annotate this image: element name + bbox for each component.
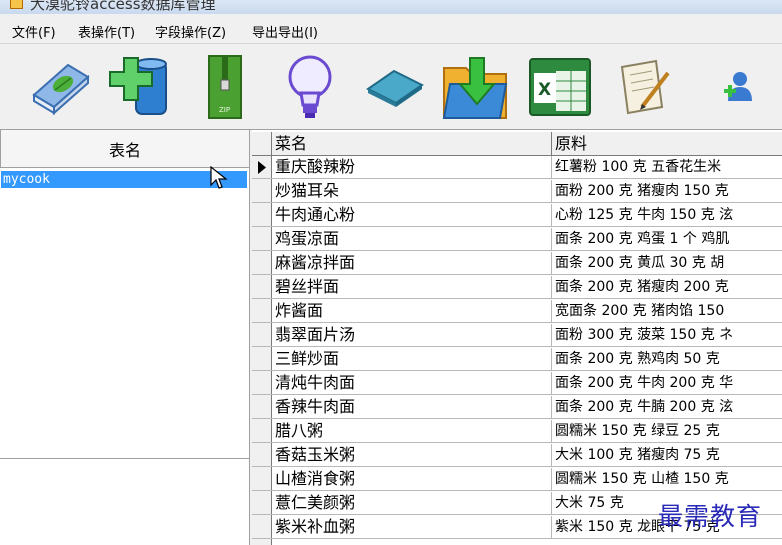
row-indicator[interactable] [252, 276, 272, 299]
svg-text:ZIP: ZIP [219, 106, 230, 114]
row-indicator-column [252, 156, 272, 545]
toolbar-open-button[interactable] [25, 52, 95, 122]
toolbar: ZIP X [0, 44, 782, 130]
cell-name[interactable]: 香辣牛肉面 [272, 396, 552, 419]
zip-archive-icon: ZIP [208, 55, 242, 119]
row-indicator[interactable] [252, 396, 272, 419]
cell-name[interactable]: 香菇玉米粥 [272, 444, 552, 467]
lightbulb-icon [288, 55, 332, 118]
cell-material[interactable]: 面条 200 克 熟鸡肉 50 克 [552, 348, 782, 371]
cell-material[interactable]: 面粉 200 克 猪瘦肉 150 克 [552, 180, 782, 203]
cell-name[interactable]: 三鲜炒面 [272, 348, 552, 371]
cell-material[interactable]: 面条 200 克 黄瓜 30 克 胡 [552, 252, 782, 275]
menu-file[interactable]: 文件(F) [12, 22, 56, 41]
row-indicator[interactable] [252, 324, 272, 347]
row-indicator[interactable] [252, 156, 272, 179]
cell-material[interactable]: 圆糯米 150 克 山楂 150 克 [552, 468, 782, 491]
row-indicator[interactable] [252, 204, 272, 227]
table-list-panel: 表名 mycook [0, 130, 250, 545]
cell-name[interactable]: 重庆酸辣粉 [272, 156, 552, 179]
cell-material[interactable]: 宽面条 200 克 猪肉馅 150 [552, 300, 782, 323]
cell-name[interactable]: 紫米补血粥 [272, 516, 552, 539]
svg-text:X: X [538, 80, 551, 100]
toolbar-export-excel-button[interactable]: X [525, 52, 595, 122]
cell-material[interactable]: 红薯粉 100 克 五香花生米 [552, 156, 782, 179]
toolbar-import-button[interactable] [440, 52, 510, 122]
row-indicator[interactable] [252, 444, 272, 467]
cell-name[interactable]: 薏仁美颜粥 [272, 492, 552, 515]
toolbar-edit-button[interactable] [607, 52, 677, 122]
excel-icon: X [529, 58, 591, 116]
toolbar-compress-button[interactable]: ZIP [190, 52, 260, 122]
row-indicator[interactable] [252, 516, 272, 539]
data-grid[interactable]: 菜名 原料 重庆酸辣粉 红薯粉 100 克 五香花生米 炒猫耳朵 面粉 200 克 猪… [252, 130, 782, 545]
cell-name[interactable]: 牛肉通心粉 [272, 204, 552, 227]
cell-material[interactable]: 大米 100 克 猪瘦肉 75 克 [552, 444, 782, 467]
watermark: 最需教育 [658, 502, 763, 531]
folder-download-icon [442, 57, 508, 119]
cell-material[interactable]: 面条 200 克 鸡蛋 1 个 鸡肌 [552, 228, 782, 251]
toolbar-clear-button[interactable] [360, 52, 430, 122]
title-bar: 大漠驼铃access数据库管理 [0, 0, 782, 14]
menu-table-ops[interactable]: 表操作(T) [78, 22, 135, 41]
column-header-material[interactable]: 原料 [552, 132, 782, 156]
row-indicator[interactable] [252, 180, 272, 203]
cell-material[interactable]: 面条 200 克 牛腩 200 克 泫 [552, 396, 782, 419]
cell-name[interactable]: 麻酱凉拌面 [272, 252, 552, 275]
cell-name[interactable]: 翡翠面片汤 [272, 324, 552, 347]
book-leaf-icon [32, 63, 90, 116]
row-indicator[interactable] [252, 420, 272, 443]
cell-material[interactable]: 面条 200 克 牛肉 200 克 华 [552, 372, 782, 395]
menu-field-ops[interactable]: 字段操作(Z) [155, 22, 226, 41]
cell-name[interactable]: 清炖牛肉面 [272, 372, 552, 395]
cell-name[interactable]: 鸡蛋凉面 [272, 228, 552, 251]
menu-import-export[interactable]: 导出导出(I) [252, 22, 318, 41]
user-add-icon [724, 72, 752, 101]
toolbar-help-button[interactable] [275, 52, 345, 122]
row-indicator[interactable] [252, 372, 272, 395]
column-header-name[interactable]: 菜名 [272, 132, 552, 156]
cell-name[interactable]: 山楂消食粥 [272, 468, 552, 491]
table-list-header: 表名 [0, 130, 250, 168]
cell-name[interactable]: 碧丝拌面 [272, 276, 552, 299]
row-indicator[interactable] [252, 252, 272, 275]
cell-material[interactable]: 心粉 125 克 牛肉 150 克 泫 [552, 204, 782, 227]
cell-name[interactable]: 腊八粥 [272, 420, 552, 443]
add-database-icon [109, 57, 167, 115]
toolbar-add-table-button[interactable] [105, 52, 175, 122]
field-list[interactable] [0, 458, 250, 545]
current-row-arrow-icon [258, 161, 266, 174]
cell-material[interactable]: 面条 200 克 猪瘦肉 200 克 [552, 276, 782, 299]
mouse-cursor-icon [210, 166, 228, 189]
cell-material[interactable]: 圆糯米 150 克 绿豆 25 克 [552, 420, 782, 443]
app-icon [10, 0, 23, 9]
row-indicator[interactable] [252, 348, 272, 371]
document-pen-icon [620, 59, 670, 115]
eraser-icon [366, 69, 424, 107]
toolbar-user-button[interactable] [705, 52, 775, 122]
cell-material[interactable]: 面粉 300 克 菠菜 150 克 ネ [552, 324, 782, 347]
menu-bar: 文件(F) 表操作(T) 字段操作(Z) 导出导出(I) [0, 14, 782, 44]
cell-name[interactable]: 炸酱面 [272, 300, 552, 323]
table-list[interactable]: mycook [0, 168, 250, 458]
row-indicator[interactable] [252, 468, 272, 491]
grid-corner [252, 132, 272, 156]
row-indicator[interactable] [252, 228, 272, 251]
window-title: 大漠驼铃access数据库管理 [30, 0, 216, 13]
row-indicator[interactable] [252, 300, 272, 323]
cell-name[interactable]: 炒猫耳朵 [272, 180, 552, 203]
row-indicator[interactable] [252, 492, 272, 515]
